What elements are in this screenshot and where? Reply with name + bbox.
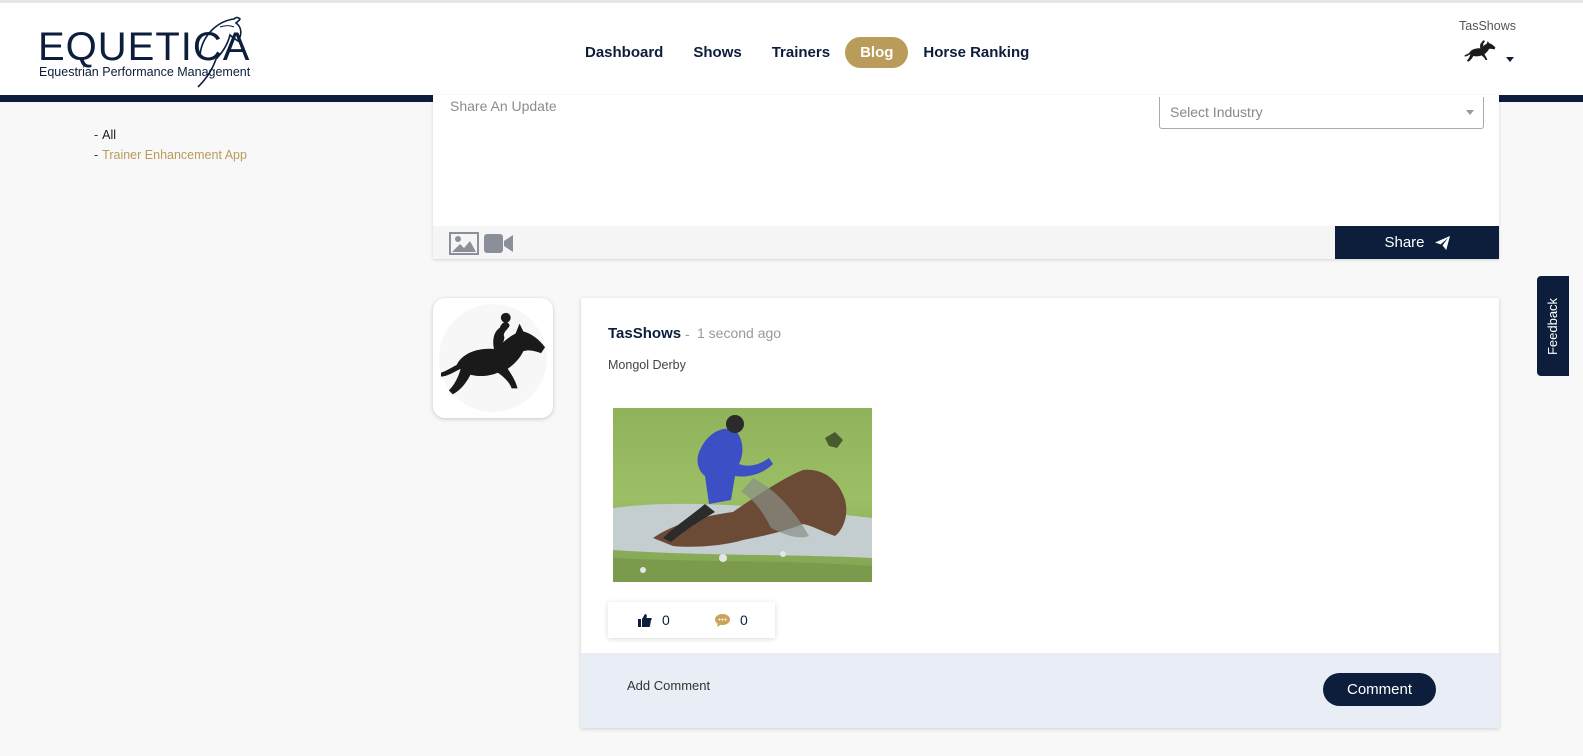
share-button-label: Share <box>1384 234 1425 251</box>
horse-jumper-icon[interactable] <box>1459 35 1501 67</box>
user-menu[interactable]: TasShows <box>1459 17 1539 77</box>
post-reactions: 0 0 <box>608 602 775 638</box>
share-button[interactable]: Share <box>1335 226 1499 259</box>
post-author-avatar[interactable] <box>433 298 553 418</box>
comment-bubble-icon <box>715 613 730 627</box>
category-trainer-enhancement-app[interactable]: - Trainer Enhancement App <box>94 148 247 162</box>
horse-jumper-icon <box>440 312 546 395</box>
comments-button[interactable]: 0 <box>715 612 748 628</box>
nav-dashboard[interactable]: Dashboard <box>570 37 678 68</box>
share-update-input[interactable]: Share An Update <box>450 98 557 114</box>
comment-bar: Comment <box>581 653 1499 728</box>
update-composer: Share An Update Select Industry Share <box>433 95 1499 259</box>
post-meta-separator: - <box>685 326 690 342</box>
composer-toolbar: Share <box>433 226 1499 259</box>
nav-horse-ranking[interactable]: Horse Ranking <box>908 37 1044 68</box>
post-photo-graphic <box>613 408 872 582</box>
paper-plane-icon <box>1434 235 1450 250</box>
user-name: TasShows <box>1459 19 1516 33</box>
post-timestamp: 1 second ago <box>697 325 782 341</box>
select-industry-placeholder: Select Industry <box>1170 104 1263 120</box>
nav-trainers[interactable]: Trainers <box>757 37 845 68</box>
nav-blog[interactable]: Blog <box>845 37 909 68</box>
comment-button[interactable]: Comment <box>1323 673 1436 706</box>
chevron-down-icon <box>1466 110 1474 115</box>
video-icon[interactable] <box>484 233 514 254</box>
chevron-down-icon[interactable] <box>1506 57 1514 62</box>
like-button[interactable]: 0 <box>638 612 670 628</box>
post-body-text: Mongol Derby <box>608 358 686 372</box>
category-list: - All - Trainer Enhancement App <box>94 128 247 168</box>
image-icon[interactable] <box>449 232 479 255</box>
post-author-name[interactable]: TasShows <box>608 325 681 342</box>
feedback-label: Feedback <box>1545 297 1561 355</box>
like-count: 0 <box>662 612 670 628</box>
select-industry-dropdown[interactable]: Select Industry <box>1159 97 1484 129</box>
post-photo[interactable] <box>613 408 872 582</box>
category-all[interactable]: - All <box>94 128 247 142</box>
feedback-tab[interactable]: Feedback <box>1537 276 1569 376</box>
comment-count: 0 <box>740 612 748 628</box>
thumbs-up-icon <box>638 613 652 627</box>
equetica-logo[interactable]: EQUETICA Equestrian Performance Manageme… <box>38 15 250 91</box>
nav-shows[interactable]: Shows <box>678 37 756 68</box>
add-comment-input[interactable] <box>627 678 1127 693</box>
top-header: EQUETICA Equestrian Performance Manageme… <box>0 0 1583 95</box>
post-card: TasShows - 1 second ago Mongol Derby 0 0… <box>581 298 1499 728</box>
main-nav: Dashboard Shows Trainers Blog Horse Rank… <box>570 36 1044 69</box>
horse-head-logo-icon <box>197 16 242 88</box>
